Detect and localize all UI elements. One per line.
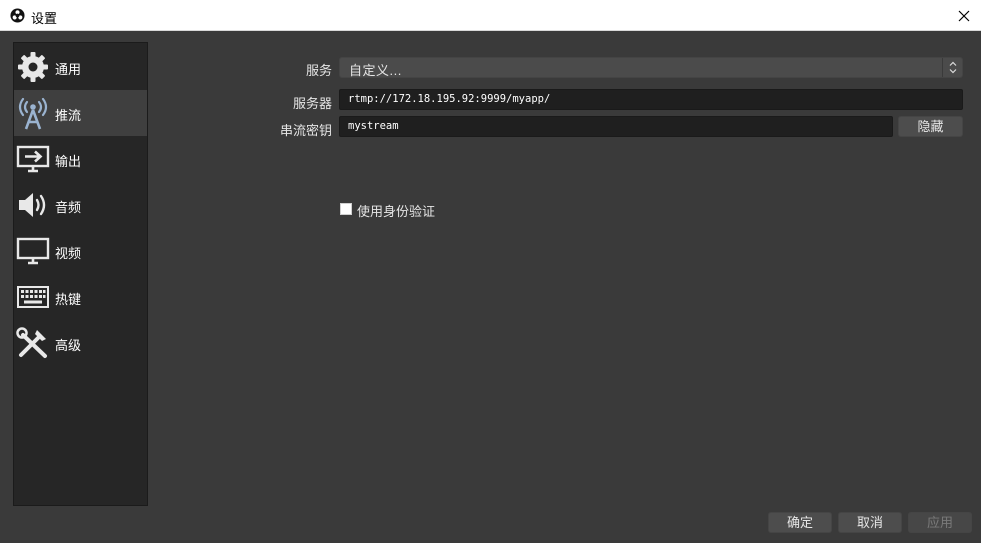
sidebar-item-general[interactable]: 通用 [14, 44, 147, 90]
use-auth-checkbox[interactable] [340, 203, 352, 215]
select-arrows [942, 58, 962, 77]
server-label: 服务器 [292, 96, 332, 111]
service-select[interactable]: 自定义... [339, 57, 963, 78]
close-button[interactable] [947, 0, 981, 31]
gear-icon [18, 52, 48, 82]
server-input[interactable]: rtmp://172.18.195.92:9999/myapp/ [339, 89, 963, 110]
monitor-icon [16, 237, 50, 265]
keyboard-icon [17, 286, 49, 308]
sidebar-item-label: 高级 [55, 338, 82, 353]
window-title: 设置 [31, 11, 58, 26]
sidebar-item-label: 输出 [55, 154, 82, 169]
stream-key-label: 串流密钥 [279, 123, 332, 138]
service-select-value: 自定义... [349, 63, 402, 78]
obs-logo-icon [10, 8, 25, 23]
chevron-up-down-icon [949, 61, 957, 74]
apply-button[interactable]: 应用 [908, 512, 972, 533]
output-monitor-icon [16, 145, 50, 173]
sidebar-item-label: 通用 [55, 62, 82, 77]
broadcast-antenna-icon [18, 97, 48, 130]
sidebar-item-stream[interactable]: 推流 [14, 90, 147, 136]
tools-icon [16, 327, 47, 358]
use-auth-label[interactable]: 使用身份验证 [357, 201, 435, 220]
sidebar-item-label: 视频 [55, 246, 82, 261]
ok-button[interactable]: 确定 [768, 512, 832, 533]
sidebar-item-label: 音频 [55, 200, 82, 215]
sidebar-item-label: 热键 [55, 292, 82, 307]
settings-sidebar: 通用 推流 输出 音频 视频 热键 高级 [13, 42, 148, 506]
server-input-value: rtmp://172.18.195.92:9999/myapp/ [348, 93, 551, 105]
sidebar-item-advanced[interactable]: 高级 [14, 320, 147, 366]
title-bar: 设置 [0, 0, 981, 31]
sidebar-item-output[interactable]: 输出 [14, 136, 147, 182]
close-icon [958, 10, 970, 21]
sidebar-item-video[interactable]: 视频 [14, 228, 147, 274]
sidebar-item-audio[interactable]: 音频 [14, 182, 147, 228]
speaker-icon [19, 193, 46, 217]
hide-key-button[interactable]: 隐藏 [898, 116, 963, 137]
service-label: 服务 [305, 63, 332, 78]
stream-key-input[interactable]: mystream [339, 116, 893, 137]
stream-key-value: mystream [348, 120, 399, 132]
sidebar-item-hotkeys[interactable]: 热键 [14, 274, 147, 320]
sidebar-item-label: 推流 [55, 108, 82, 123]
cancel-button[interactable]: 取消 [838, 512, 902, 533]
